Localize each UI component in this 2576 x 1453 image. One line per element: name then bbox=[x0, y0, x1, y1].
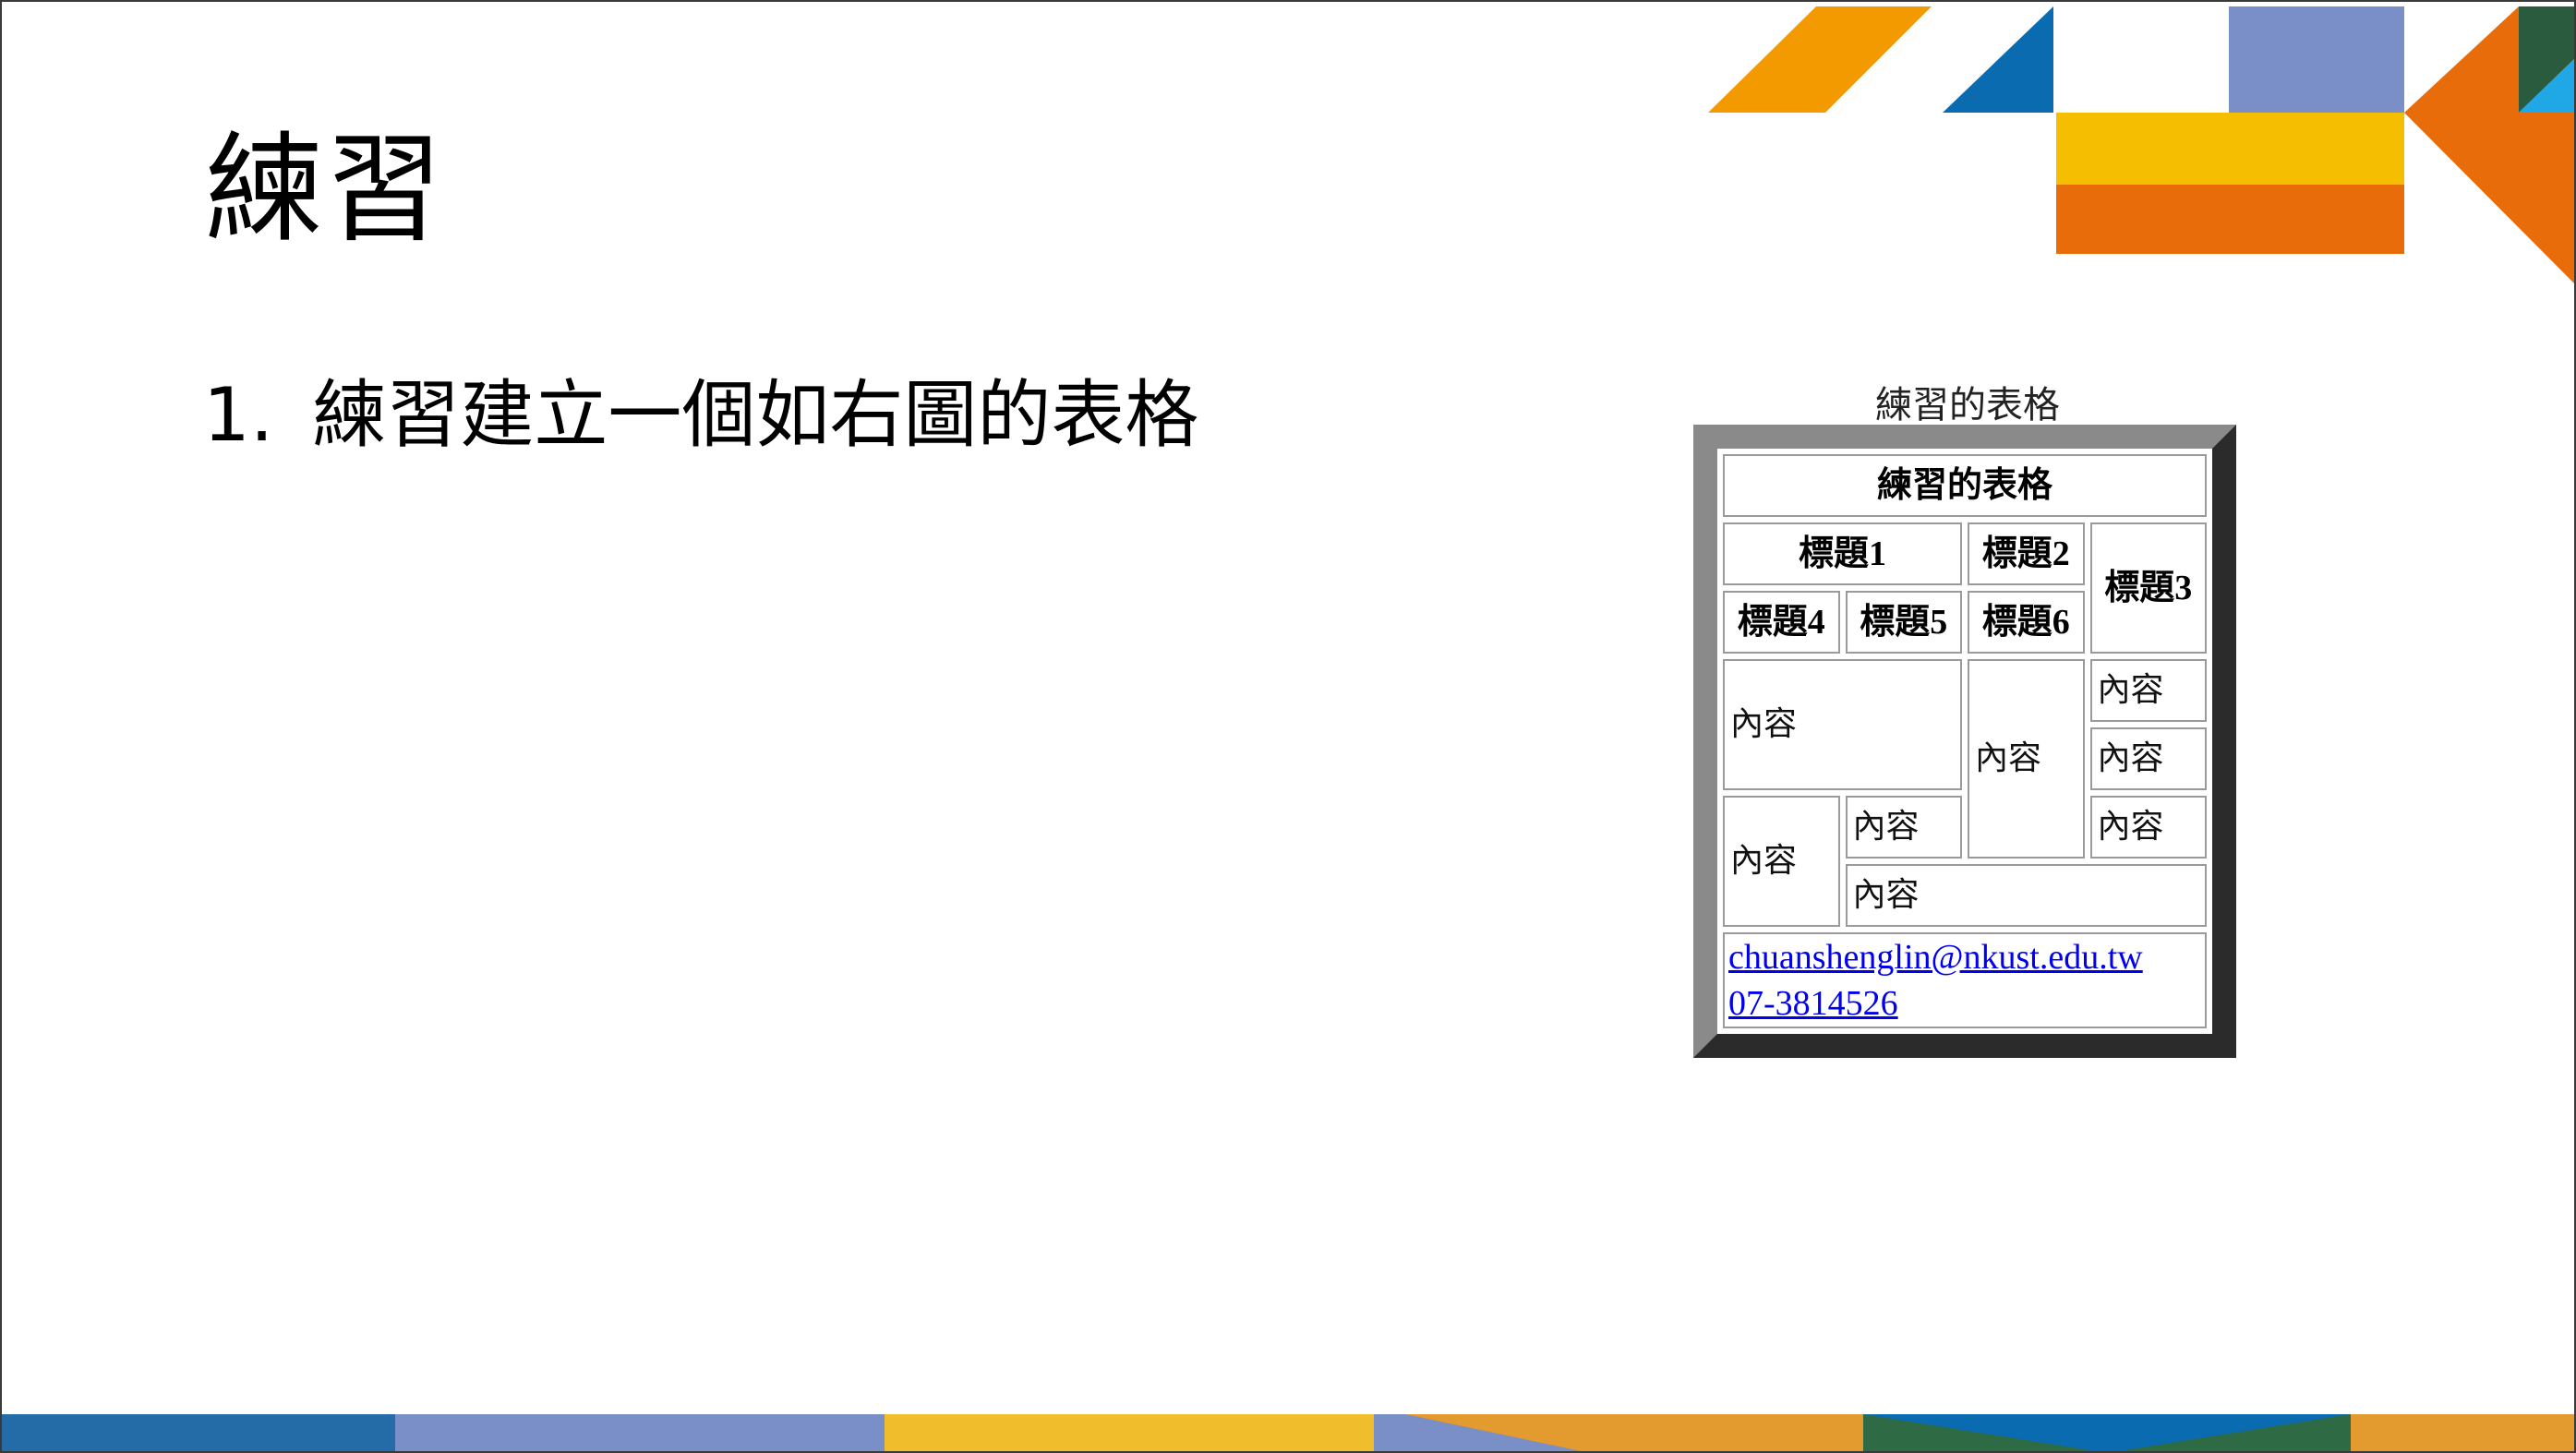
content-cell: 內容 bbox=[1723, 659, 1962, 790]
practice-table: 練習的表格 標題1 標題2 標題3 標題4 標題5 標題6 內容 內容 內容 內… bbox=[1693, 425, 2236, 1058]
table-header: 練習的表格 bbox=[1723, 454, 2207, 517]
slide-title: 練習 bbox=[205, 121, 446, 258]
content-cell: 內容 bbox=[2089, 659, 2207, 722]
figure-table-container: 練習的表格 標題1 標題2 標題3 標題4 標題5 標題6 內容 內容 內容 內… bbox=[1693, 425, 2236, 1058]
content-cell: 內容 bbox=[2089, 727, 2207, 790]
deco-yellow-band bbox=[2056, 113, 2404, 185]
deco-orange-diagonal bbox=[2404, 113, 2574, 283]
deco-orange-parallelogram bbox=[1708, 6, 1932, 113]
heading-5: 標題5 bbox=[1845, 591, 1962, 654]
content-cell: 內容 bbox=[1968, 659, 2085, 859]
deco-bottom-orange bbox=[2351, 1414, 2574, 1451]
deco-orange-band bbox=[2056, 185, 2404, 254]
content-cell: 內容 bbox=[1845, 864, 2207, 927]
heading-1: 標題1 bbox=[1723, 522, 1962, 585]
heading-3: 標題3 bbox=[2089, 522, 2207, 654]
bullet-item: 1. 練習建立一個如右圖的表格 bbox=[203, 378, 1198, 452]
content-cell: 內容 bbox=[2089, 796, 2207, 859]
heading-6: 標題6 bbox=[1968, 591, 2085, 654]
content-cell: 內容 bbox=[1845, 796, 1962, 859]
bullet-text: 練習建立一個如右圖的表格 bbox=[312, 372, 1199, 458]
content-cell: 內容 bbox=[1723, 796, 1840, 927]
bullet-number: 1. bbox=[203, 372, 274, 458]
deco-bottom-lavender bbox=[395, 1414, 885, 1451]
email-link[interactable]: chuanshenglin@nkust.edu.tw bbox=[1728, 934, 2201, 980]
slide: 練習 1. 練習建立一個如右圖的表格 練習的表格 練習的表格 標題1 標題2 標… bbox=[0, 0, 2576, 1453]
deco-lavender-square bbox=[2229, 6, 2404, 114]
deco-blue-triangle bbox=[1943, 6, 2053, 113]
figure-caption: 練習的表格 bbox=[1875, 384, 2060, 426]
deco-orange-triangle-right bbox=[2404, 6, 2519, 113]
heading-2: 標題2 bbox=[1968, 522, 2085, 585]
phone-link[interactable]: 07-3814526 bbox=[1728, 980, 2201, 1027]
deco-bottom-gold bbox=[885, 1414, 1374, 1451]
heading-4: 標題4 bbox=[1723, 591, 1840, 654]
deco-bottom-blue bbox=[2, 1414, 395, 1451]
contact-cell: chuanshenglin@nkust.edu.tw 07-3814526 bbox=[1723, 932, 2207, 1028]
